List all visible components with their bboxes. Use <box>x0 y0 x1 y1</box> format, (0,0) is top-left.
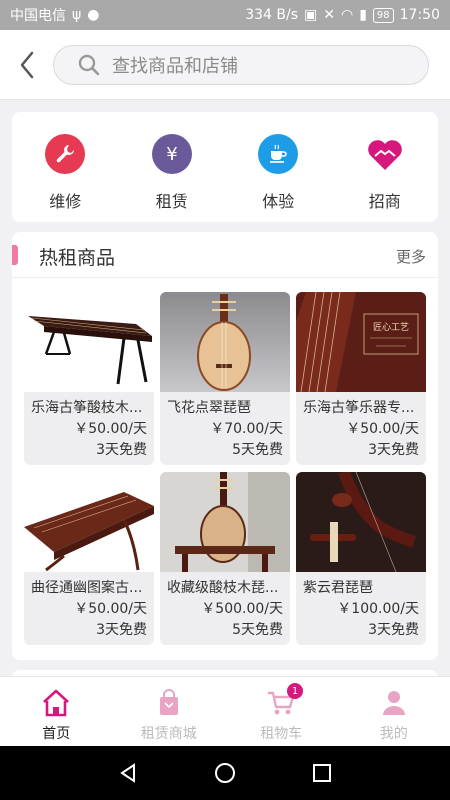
tab-cart[interactable]: 1 租物车 <box>225 677 338 746</box>
ziyun-pipa-image <box>296 472 426 572</box>
nav-recents-button[interactable] <box>302 753 342 793</box>
product-free-days: 3天免费 <box>96 622 147 638</box>
home-icon <box>43 689 70 717</box>
product-card[interactable]: 匠心工艺 乐海古筝乐器专... ￥50.00/天 3天免费 <box>296 292 426 465</box>
network-speed: 334 B/s <box>245 7 298 23</box>
nav-back-button[interactable] <box>108 753 148 793</box>
product-name: 飞花点翠琵琶 <box>167 400 251 416</box>
back-button[interactable] <box>14 49 42 81</box>
product-name: 收藏级酸枝木琵... <box>167 580 279 596</box>
rent-icon: ¥ <box>151 134 192 174</box>
search-icon <box>78 54 100 76</box>
coffee-cup-icon <box>258 134 299 174</box>
product-price: ￥500.00/天 <box>201 601 283 617</box>
product-name: 乐海古筝乐器专... <box>303 400 415 416</box>
clock: 17:50 <box>399 7 440 23</box>
tab-profile[interactable]: 我的 <box>338 677 450 746</box>
cart-count-badge: 1 <box>287 683 303 699</box>
battery-icon: 98 <box>372 7 394 23</box>
pipa-image <box>160 292 290 392</box>
top-header: 查找商品和店铺 <box>0 30 450 100</box>
product-name: 紫云君琵琶 <box>303 580 373 596</box>
signal-icon: ▮ <box>359 7 367 23</box>
user-icon <box>382 691 405 715</box>
product-name: 乐海古筝酸枝木... <box>31 400 143 416</box>
product-free-days: 3天免费 <box>368 622 419 638</box>
product-free-days: 5天免费 <box>232 442 283 458</box>
category-label: 招商 <box>368 192 401 211</box>
bottom-tab-bar: 首页 租赁商城 1 租物车 我的 <box>0 676 450 746</box>
wifi-icon: ◠ <box>340 7 354 23</box>
hot-rentals-section: 热租商品 更多 乐海古筝酸枝木... ￥50.00/天 3天免费 飞花点翠琵琶 … <box>12 232 438 660</box>
product-card[interactable]: 紫云君琵琶 ￥100.00/天 3天免费 <box>296 472 426 645</box>
product-price: ￥50.00/天 <box>346 421 419 437</box>
circle-home-icon <box>214 763 235 783</box>
product-card[interactable]: 收藏级酸枝木琵... ￥500.00/天 5天免费 <box>160 472 290 645</box>
svg-text:¥: ¥ <box>166 144 177 165</box>
section-accent-bar <box>12 245 18 265</box>
status-bar: 中国电信 ψ ● 334 B/s ▣ ✕ ◠ ▮ 98 17:50 <box>0 0 450 30</box>
category-experience[interactable]: 体验 <box>225 112 332 222</box>
wrench-icon <box>45 134 86 174</box>
tab-label: 我的 <box>379 726 408 742</box>
category-label: 租赁 <box>155 192 188 211</box>
product-price: ￥50.00/天 <box>74 421 147 437</box>
pipa-collection-image <box>160 472 290 572</box>
carrier-label: 中国电信 <box>10 8 66 24</box>
tab-home[interactable]: 首页 <box>0 677 113 746</box>
product-card[interactable]: 曲径通幽图案古... ￥50.00/天 3天免费 <box>24 472 154 645</box>
triangle-back-icon <box>120 763 136 783</box>
nav-home-button[interactable] <box>205 753 245 793</box>
category-rent[interactable]: ¥ 租赁 <box>119 112 226 222</box>
product-free-days: 5天免费 <box>232 622 283 638</box>
tab-rental-mall[interactable]: 租赁商城 <box>113 677 226 746</box>
section-title: 热租商品 <box>39 247 116 269</box>
product-card[interactable]: 飞花点翠琵琶 ￥70.00/天 5天免费 <box>160 292 290 465</box>
usb-icon: ψ <box>72 7 82 23</box>
guzheng-carved-image <box>24 472 154 572</box>
tab-label: 租物车 <box>260 726 303 742</box>
message-icon: ● <box>87 7 100 23</box>
mute-icon: ✕ <box>323 7 335 23</box>
guzheng-craft-image: 匠心工艺 <box>296 292 426 392</box>
category-repair[interactable]: 维修 <box>12 112 119 222</box>
search-input[interactable]: 查找商品和店铺 <box>53 45 429 85</box>
system-nav-bar <box>0 746 450 800</box>
product-price: ￥100.00/天 <box>337 601 419 617</box>
category-label: 维修 <box>49 192 82 211</box>
category-investment[interactable]: 招商 <box>332 112 439 222</box>
section-header: 热租商品 更多 <box>12 232 438 278</box>
category-card: 维修 ¥ 租赁 体验 招商 <box>12 112 438 222</box>
product-name: 曲径通幽图案古... <box>31 580 143 596</box>
tab-label: 首页 <box>42 726 71 742</box>
product-free-days: 3天免费 <box>96 442 147 458</box>
category-label: 体验 <box>262 192 295 211</box>
product-free-days: 3天免费 <box>368 442 419 458</box>
product-card[interactable]: 乐海古筝酸枝木... ￥50.00/天 3天免费 <box>24 292 154 465</box>
guzheng-image <box>24 292 154 392</box>
image-caption: 匠心工艺 <box>373 322 409 333</box>
handshake-heart-icon <box>365 134 405 174</box>
product-price: ￥50.00/天 <box>74 601 147 617</box>
tab-label: 租赁商城 <box>140 726 197 742</box>
square-recents-icon <box>312 764 331 782</box>
nfc-icon: ▣ <box>304 7 318 23</box>
search-placeholder: 查找商品和店铺 <box>112 56 238 77</box>
chevron-left-icon <box>20 51 34 79</box>
shopping-bag-icon <box>159 689 178 715</box>
more-link[interactable]: 更多 <box>396 246 426 267</box>
product-price: ￥70.00/天 <box>210 421 283 437</box>
